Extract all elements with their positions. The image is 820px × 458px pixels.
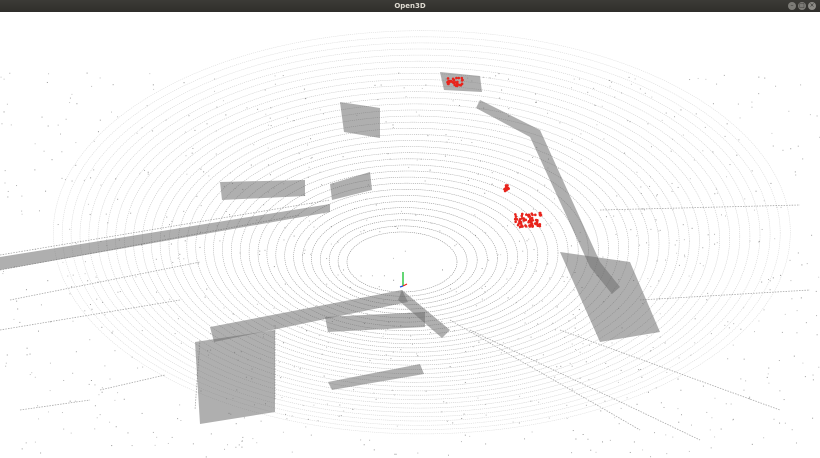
detected-object-clusters (446, 76, 543, 229)
maximize-icon[interactable]: □ (798, 2, 806, 10)
window-title: Open3D (394, 2, 426, 10)
point-cloud-viewport[interactable] (0, 12, 820, 458)
window-controls: – □ × (788, 2, 816, 10)
building-walls (0, 72, 811, 441)
open3d-window: Open3D – □ × (0, 0, 820, 458)
close-icon[interactable]: × (808, 2, 816, 10)
coordinate-frame-icon (399, 272, 408, 288)
minimize-icon[interactable]: – (788, 2, 796, 10)
point-cloud-canvas[interactable] (0, 12, 820, 458)
title-bar[interactable]: Open3D – □ × (0, 0, 820, 12)
